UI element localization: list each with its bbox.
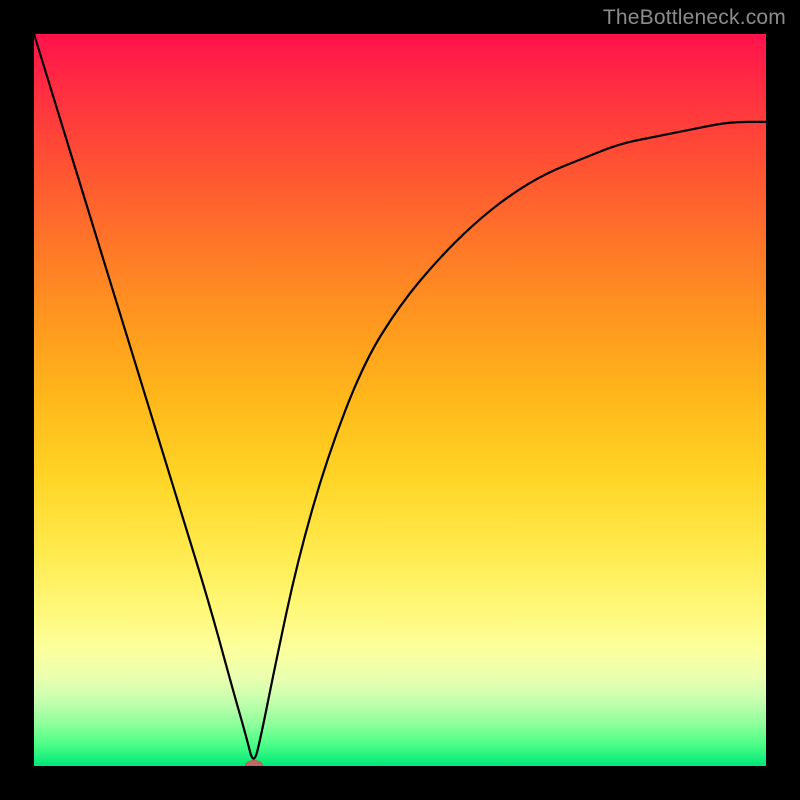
watermark-text: TheBottleneck.com: [603, 6, 786, 30]
optimum-marker: [245, 760, 263, 766]
bottleneck-curve: [34, 34, 766, 759]
curve-layer: [34, 34, 766, 766]
plot-area: [34, 34, 766, 766]
chart-frame: TheBottleneck.com: [0, 0, 800, 800]
